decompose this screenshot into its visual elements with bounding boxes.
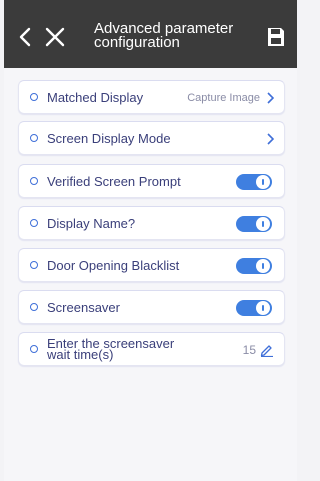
- top-bar: Advanced parameter configuration: [4, 0, 297, 68]
- setting-label: Screensaver: [47, 300, 120, 315]
- setting-screensaver: Screensaver: [18, 290, 285, 324]
- setting-label: Screen Display Mode: [47, 131, 171, 146]
- setting-matched-display[interactable]: Matched Display Capture Image: [18, 80, 285, 114]
- circle-icon: [30, 261, 38, 269]
- setting-display-name: Display Name?: [18, 206, 285, 240]
- setting-screensaver-wait-time[interactable]: Enter the screensaver wait time(s) 15: [18, 332, 285, 366]
- circle-icon: [30, 345, 38, 353]
- door-opening-blacklist-toggle[interactable]: [236, 258, 272, 274]
- toggle-knob: [256, 259, 270, 273]
- circle-icon: [30, 93, 38, 101]
- circle-icon: [30, 303, 38, 311]
- toggle-knob: [256, 301, 270, 315]
- chevron-right-icon: [267, 133, 274, 145]
- circle-icon: [30, 134, 38, 142]
- setting-screen-display-mode[interactable]: Screen Display Mode: [18, 121, 285, 155]
- verified-screen-prompt-toggle[interactable]: [236, 174, 272, 190]
- setting-label: Door Opening Blacklist: [47, 258, 180, 273]
- setting-label: Verified Screen Prompt: [47, 174, 181, 189]
- toggle-knob: [256, 217, 270, 231]
- display-name-toggle[interactable]: [236, 216, 272, 232]
- page-title: Advanced parameter configuration: [94, 21, 254, 51]
- page-title-line2: configuration: [94, 34, 180, 51]
- setting-door-opening-blacklist: Door Opening Blacklist: [18, 248, 285, 282]
- setting-label: Matched Display: [47, 90, 144, 105]
- circle-icon: [30, 177, 38, 185]
- circle-icon: [30, 219, 38, 227]
- setting-verified-screen-prompt: Verified Screen Prompt: [18, 164, 285, 198]
- wait-time-value: 15: [242, 343, 256, 357]
- chevron-left-icon[interactable]: [16, 26, 34, 48]
- screensaver-toggle[interactable]: [236, 300, 272, 316]
- setting-label: Display Name?: [47, 216, 136, 231]
- setting-label: Enter the screensaver wait time(s): [47, 337, 174, 361]
- phone-screen: Advanced parameter configuration Matched…: [4, 0, 297, 481]
- toggle-knob: [256, 175, 270, 189]
- pencil-icon[interactable]: [260, 343, 274, 357]
- save-icon[interactable]: [266, 26, 286, 48]
- chevron-right-icon: [267, 92, 274, 104]
- close-icon[interactable]: [44, 26, 66, 48]
- setting-value: Capture Image: [187, 92, 260, 104]
